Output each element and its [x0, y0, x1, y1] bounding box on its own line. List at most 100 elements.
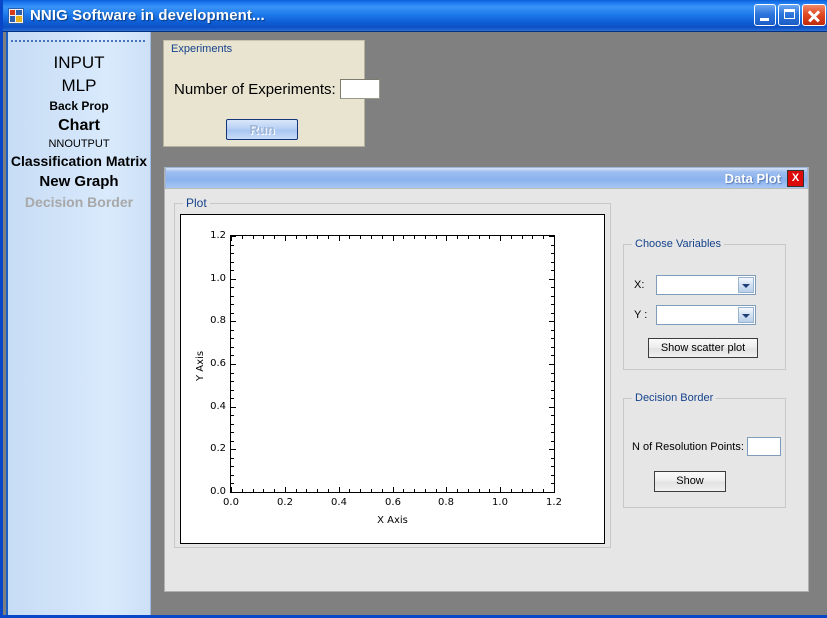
axis-tick [296, 236, 297, 239]
sidebar-grip [10, 37, 146, 45]
experiments-count-label: Number of Experiments: [174, 80, 336, 98]
close-button[interactable] [802, 4, 826, 26]
show-scatter-plot-button[interactable]: Show scatter plot [648, 338, 758, 358]
axis-tick [231, 407, 236, 408]
axis-tick-label: 1.2 [546, 497, 562, 508]
title-bar: NNIG Software in development... [3, 0, 827, 32]
axis-tick [549, 321, 554, 322]
axis-tick [543, 489, 544, 492]
axis-tick [360, 236, 361, 239]
show-decision-border-button[interactable]: Show [654, 471, 726, 492]
x-variable-select[interactable] [656, 275, 756, 295]
axis-tick [231, 245, 234, 246]
axis-tick [468, 236, 469, 239]
axis-tick [231, 373, 234, 374]
axis-tick [263, 489, 264, 492]
axis-tick [242, 489, 243, 492]
data-plot-title: Data Plot [724, 170, 781, 186]
axis-tick [489, 236, 490, 239]
sidebar-item-new-graph[interactable]: New Graph [8, 172, 150, 193]
axis-tick [551, 262, 554, 263]
axis-tick [231, 483, 234, 484]
axis-tick [457, 236, 458, 239]
plot-canvas[interactable]: 0.0 0.2 0.4 0.6 0.8 1.0 1.2 0.0 0.2 0.4 0.6 0.8 1.0 1… [180, 214, 605, 544]
axis-tick [549, 364, 554, 365]
experiments-panel: Experiments Number of Experiments: Run [163, 40, 380, 147]
application-window: NNIG Software in development... INPUT ML… [0, 0, 827, 618]
sidebar-item-input[interactable]: INPUT [8, 51, 150, 74]
axis-tick [551, 475, 554, 476]
sidebar-item-chart[interactable]: Chart [8, 115, 150, 137]
sidebar-item-classification-matrix[interactable]: Classification Matrix [8, 152, 150, 172]
sidebar-item-back-prop[interactable]: Back Prop [8, 98, 150, 115]
axis-tick [551, 432, 554, 433]
axis-tick [436, 489, 437, 492]
axis-tick [317, 236, 318, 239]
axis-tick-label: 0.8 [438, 497, 454, 508]
experiments-legend: Experiments [171, 43, 233, 55]
axis-tick-label: 1.0 [492, 497, 508, 508]
axis-tick [551, 287, 554, 288]
axis-tick [306, 489, 307, 492]
axis-tick [425, 489, 426, 492]
axis-tick [360, 489, 361, 492]
axis-tick [231, 262, 234, 263]
window-title: NNIG Software in development... [30, 7, 265, 24]
axis-tick [231, 415, 234, 416]
experiments-count-input[interactable] [339, 79, 380, 99]
resolution-points-input[interactable] [746, 437, 781, 456]
axis-tick [231, 441, 234, 442]
axis-tick-label: 0.2 [277, 497, 293, 508]
axis-tick [382, 489, 383, 492]
axis-tick [328, 236, 329, 239]
data-plot-close-button[interactable]: X [787, 169, 804, 187]
sidebar-item-nnoutput[interactable]: NNOUTPUT [8, 137, 150, 153]
resolution-points-label: N of Resolution Points: [632, 440, 744, 453]
sidebar-item-decision-border: Decision Border [24, 193, 134, 210]
data-plot-title-bar: Data Plot X [165, 167, 808, 189]
client-area: INPUT MLP Back Prop Chart NNOUTPUT Class… [6, 32, 827, 615]
axis-tick [549, 236, 554, 237]
choose-variables-legend: Choose Variables [632, 238, 725, 250]
maximize-button[interactable] [778, 4, 800, 26]
axis-tick [414, 236, 415, 239]
axis-tick [393, 236, 394, 241]
sidebar-item-mlp[interactable]: MLP [8, 74, 150, 97]
axis-tick [231, 253, 234, 254]
axis-tick [231, 475, 234, 476]
axis-tick [549, 449, 554, 450]
axis-tick [489, 489, 490, 492]
axis-tick [500, 487, 501, 492]
minimize-button[interactable] [754, 4, 776, 26]
axis-tick-label: 0.2 [210, 443, 226, 454]
axis-tick [339, 236, 340, 241]
axis-tick-label: 0.4 [331, 497, 347, 508]
axis-tick-label: 0.6 [210, 358, 226, 369]
y-variable-select[interactable] [656, 305, 756, 325]
run-button[interactable]: Run [226, 119, 298, 140]
decision-border-legend: Decision Border [632, 392, 717, 404]
axis-tick [551, 347, 554, 348]
axis-tick [231, 236, 236, 237]
axis-tick [231, 347, 234, 348]
axis-tick [231, 296, 234, 297]
axis-tick [231, 398, 234, 399]
axis-tick [551, 355, 554, 356]
axis-tick [500, 236, 501, 241]
axis-tick [551, 296, 554, 297]
axis-tick [511, 489, 512, 492]
axis-tick [274, 489, 275, 492]
axis-tick [551, 424, 554, 425]
axis-tick [549, 492, 554, 493]
axis-tick [306, 236, 307, 239]
axis-tick [551, 313, 554, 314]
sidebar: INPUT MLP Back Prop Chart NNOUTPUT Class… [6, 32, 151, 615]
axis-tick [349, 236, 350, 239]
mdi-area: Experiments Number of Experiments: Run D… [152, 32, 827, 615]
axis-tick [231, 424, 234, 425]
axis-tick [317, 489, 318, 492]
axis-tick-label: 0.8 [210, 315, 226, 326]
axis-tick [231, 304, 234, 305]
axis-tick [543, 236, 544, 239]
axis-tick [479, 489, 480, 492]
